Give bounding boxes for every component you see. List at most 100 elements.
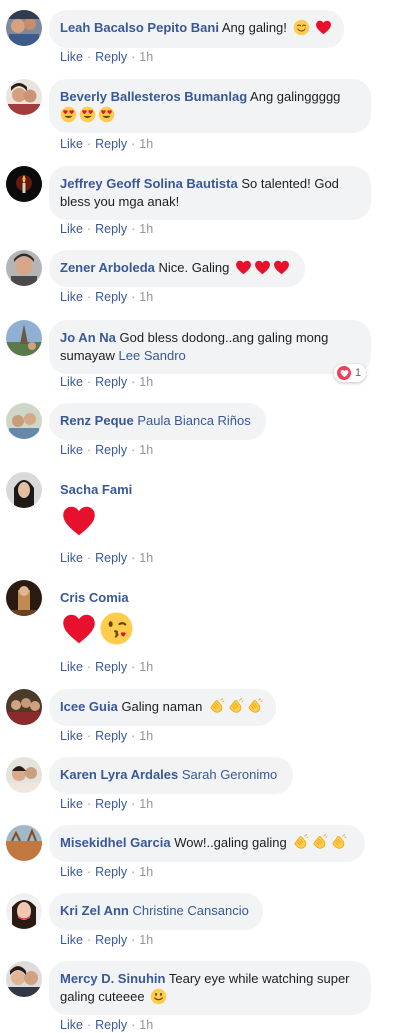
comment-actions: Like · Reply · 1h xyxy=(60,550,153,566)
reply-link[interactable]: Reply xyxy=(95,137,127,151)
commenter-name[interactable]: Mercy D. Sinuhin xyxy=(60,971,165,986)
comment-bubble: Icee Guia Galing naman xyxy=(49,689,276,726)
commenter-name[interactable]: Jo An Na xyxy=(60,330,116,345)
separator: · xyxy=(131,729,136,743)
comment-bubble: Misekidhel Garcia Wow!..galing galing xyxy=(49,825,365,862)
timestamp[interactable]: 1h xyxy=(139,222,153,236)
avatar[interactable] xyxy=(6,320,42,356)
avatar[interactable] xyxy=(6,689,42,725)
commenter-name[interactable]: Zener Arboleda xyxy=(60,260,155,275)
timestamp[interactable]: 1h xyxy=(139,660,153,674)
separator: · xyxy=(86,137,92,151)
comment-actions: Like · Reply · 1h xyxy=(60,796,153,812)
like-link[interactable]: Like xyxy=(60,551,83,565)
tagged-user[interactable]: Paula Bianca Riños xyxy=(137,413,250,428)
avatar[interactable] xyxy=(6,580,42,616)
separator: · xyxy=(131,933,136,947)
commenter-name[interactable]: Misekidhel Garcia xyxy=(60,835,171,850)
avatar[interactable] xyxy=(6,893,42,929)
like-link[interactable]: Like xyxy=(60,660,83,674)
reaction-count-pill[interactable]: 1 xyxy=(334,364,367,382)
avatar[interactable] xyxy=(6,10,42,46)
tagged-user[interactable]: Christine Cansancio xyxy=(132,903,248,918)
comment-bubble: Mercy D. Sinuhin Teary eye while watchin… xyxy=(49,961,371,1015)
timestamp[interactable]: 1h xyxy=(139,933,153,947)
timestamp[interactable]: 1h xyxy=(139,865,153,879)
tagged-user[interactable]: Lee Sandro xyxy=(119,348,186,363)
timestamp[interactable]: 1h xyxy=(139,1018,153,1032)
timestamp[interactable]: 1h xyxy=(139,443,153,457)
avatar[interactable] xyxy=(6,403,42,439)
commenter-name[interactable]: Karen Lyra Ardales xyxy=(60,767,178,782)
avatar[interactable] xyxy=(6,961,42,997)
comment-text: Ang galing! xyxy=(221,20,287,35)
like-link[interactable]: Like xyxy=(60,290,83,304)
like-link[interactable]: Like xyxy=(60,797,83,811)
commenter-name[interactable]: Sacha Fami xyxy=(60,482,132,497)
reply-link[interactable]: Reply xyxy=(95,729,127,743)
reply-link[interactable]: Reply xyxy=(95,50,127,64)
reply-link[interactable]: Reply xyxy=(95,865,127,879)
separator: · xyxy=(131,50,136,64)
comment-actions: Like · Reply · 1h xyxy=(60,864,153,880)
like-link[interactable]: Like xyxy=(60,375,83,389)
like-link[interactable]: Like xyxy=(60,443,83,457)
commenter-name[interactable]: Jeffrey Geoff Solina Bautista xyxy=(60,176,238,191)
commenter-name[interactable]: Cris Comia xyxy=(60,590,129,605)
reply-link[interactable]: Reply xyxy=(95,660,127,674)
avatar[interactable] xyxy=(6,166,42,202)
like-link[interactable]: Like xyxy=(60,1018,83,1032)
heart-emoji-icon xyxy=(254,259,271,276)
reply-link[interactable]: Reply xyxy=(95,551,127,565)
like-link[interactable]: Like xyxy=(60,50,83,64)
comment-bubble: Jeffrey Geoff Solina Bautista So talente… xyxy=(49,166,371,220)
separator: · xyxy=(131,443,136,457)
separator: · xyxy=(131,222,136,236)
reply-link[interactable]: Reply xyxy=(95,290,127,304)
timestamp[interactable]: 1h xyxy=(139,797,153,811)
timestamp[interactable]: 1h xyxy=(139,50,153,64)
commenter-name[interactable]: Leah Bacalso Pepito Bani xyxy=(60,20,219,35)
comment-text: Wow!..galing galing xyxy=(174,835,287,850)
reply-link[interactable]: Reply xyxy=(95,1018,127,1032)
commenter-name[interactable]: Beverly Ballesteros Bumanlag xyxy=(60,89,247,104)
timestamp[interactable]: 1h xyxy=(139,290,153,304)
clapping-hands-emoji-icon xyxy=(246,698,263,715)
timestamp[interactable]: 1h xyxy=(139,137,153,151)
love-reaction-icon xyxy=(337,366,351,380)
reply-link[interactable]: Reply xyxy=(95,375,127,389)
like-link[interactable]: Like xyxy=(60,729,83,743)
avatar[interactable] xyxy=(6,472,42,508)
avatar[interactable] xyxy=(6,825,42,861)
commenter-name[interactable]: Renz Peque xyxy=(60,413,134,428)
comment-text: Galing naman xyxy=(121,699,203,714)
smiling-face-emoji-icon xyxy=(150,988,167,1005)
timestamp[interactable]: 1h xyxy=(139,375,153,389)
timestamp[interactable]: 1h xyxy=(139,729,153,743)
reply-link[interactable]: Reply xyxy=(95,933,127,947)
avatar[interactable] xyxy=(6,250,42,286)
like-link[interactable]: Like xyxy=(60,865,83,879)
comment-bubble: Leah Bacalso Pepito Bani Ang galing! xyxy=(49,10,345,48)
like-link[interactable]: Like xyxy=(60,137,83,151)
kissing-face-emoji-icon xyxy=(99,611,134,646)
clapping-hands-emoji-icon xyxy=(227,698,244,715)
commenter-name[interactable]: Icee Guia xyxy=(60,699,118,714)
avatar[interactable] xyxy=(6,79,42,115)
separator: · xyxy=(86,290,92,304)
reply-link[interactable]: Reply xyxy=(95,222,127,236)
like-link[interactable]: Like xyxy=(60,222,83,236)
tagged-user[interactable]: Sarah Geronimo xyxy=(182,767,277,782)
clapping-hands-emoji-icon xyxy=(208,698,225,715)
separator: · xyxy=(86,551,92,565)
comment-text: Nice. Galing xyxy=(158,260,230,275)
commenter-name[interactable]: Kri Zel Ann xyxy=(60,903,129,918)
separator: · xyxy=(86,443,92,457)
reply-link[interactable]: Reply xyxy=(95,443,127,457)
avatar[interactable] xyxy=(6,757,42,793)
timestamp[interactable]: 1h xyxy=(139,551,153,565)
heart-emoji-icon xyxy=(315,19,332,36)
reply-link[interactable]: Reply xyxy=(95,797,127,811)
comment-actions: Like · Reply · 1h xyxy=(60,442,153,458)
like-link[interactable]: Like xyxy=(60,933,83,947)
